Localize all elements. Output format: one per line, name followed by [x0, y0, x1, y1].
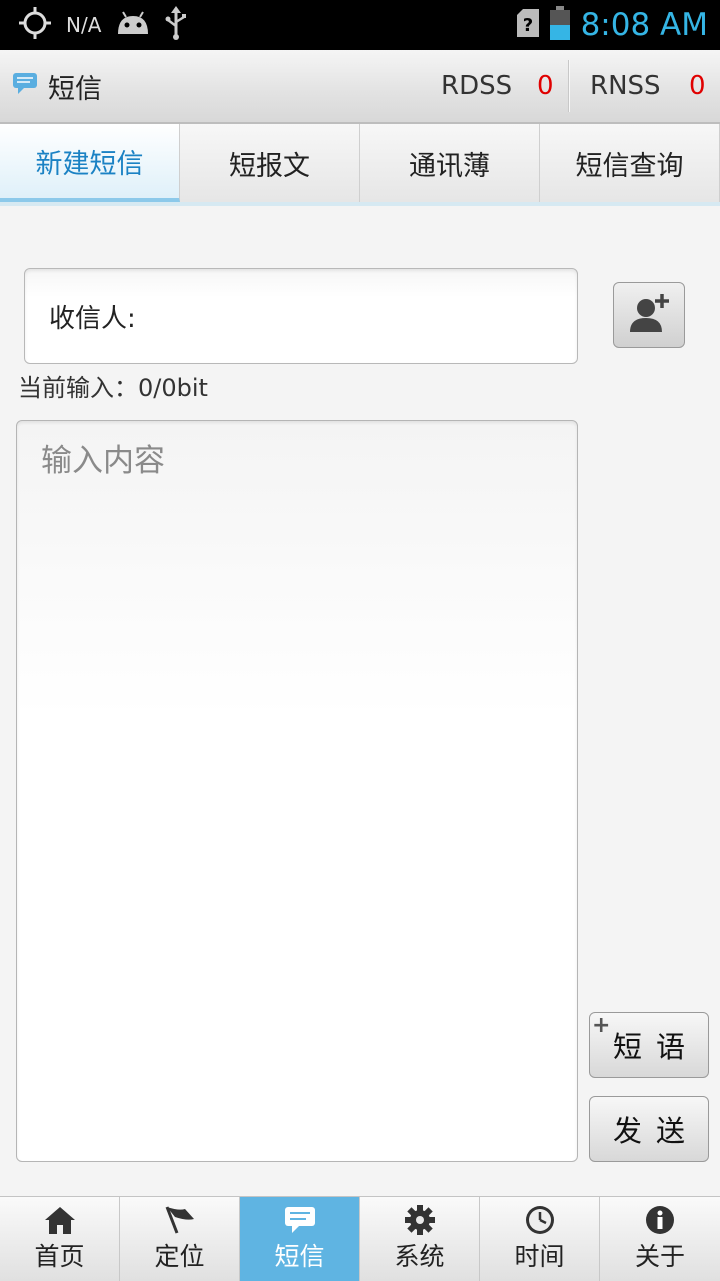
plus-icon: + [592, 1013, 611, 1038]
nav-home-label: 首页 [34, 1242, 85, 1271]
nav-time-label: 时间 [514, 1242, 565, 1271]
nav-messages[interactable]: 短信 [240, 1197, 360, 1281]
phrase-button[interactable]: + 短语 [589, 1012, 709, 1078]
rdss-label: RDSS [441, 71, 513, 101]
input-count: 当前输入：0/0bit [18, 374, 208, 402]
tab-new-message[interactable]: 新建短信 [0, 124, 180, 202]
nav-home[interactable]: 首页 [0, 1197, 120, 1281]
send-button[interactable]: 发送 [589, 1096, 709, 1162]
battery-icon [549, 6, 571, 44]
status-bar: N/A ? 8:08 AM [0, 0, 720, 50]
svg-text:?: ? [522, 15, 532, 36]
nav-location-label: 定位 [154, 1242, 205, 1271]
message-icon [284, 1205, 316, 1235]
home-icon [43, 1205, 77, 1235]
phrase-button-label: 短语 [612, 1030, 699, 1064]
usb-icon [165, 6, 187, 44]
header-divider [568, 60, 570, 112]
nav-system-label: 系统 [394, 1242, 445, 1271]
recipient-field[interactable]: 收信人: [24, 268, 578, 364]
send-button-label: 发送 [612, 1114, 699, 1148]
nav-messages-label: 短信 [274, 1242, 325, 1271]
compose-panel: 收信人: 当前输入：0/0bit 输入内容 + 短语 发送 [0, 206, 720, 1196]
carrier-text: N/A [66, 13, 102, 37]
nav-location[interactable]: 定位 [120, 1197, 240, 1281]
bottom-nav: 首页 定位 短信 系统 时间 关于 [0, 1196, 720, 1281]
tab-contacts[interactable]: 通讯薄 [360, 124, 540, 202]
clock-icon [525, 1205, 555, 1235]
nav-system[interactable]: 系统 [360, 1197, 480, 1281]
app-header: 短信 RDSS 0 RNSS 0 [0, 50, 720, 124]
gear-icon [404, 1205, 435, 1235]
rdss-counter: RDSS [441, 50, 512, 122]
nav-time[interactable]: 时间 [480, 1197, 600, 1281]
add-contact-button[interactable] [613, 282, 685, 348]
tab-message-query[interactable]: 短信查询 [540, 124, 720, 202]
add-person-icon [626, 292, 672, 338]
tab-bar: 新建短信 短报文 通讯薄 短信查询 [0, 124, 720, 206]
message-input[interactable]: 输入内容 [16, 420, 578, 1162]
tab-short-message[interactable]: 短报文 [180, 124, 360, 202]
flag-icon [163, 1205, 197, 1235]
rdss-value-wrap: 0 [537, 50, 554, 122]
nav-about-label: 关于 [634, 1242, 685, 1271]
rnss-value: 0 [689, 71, 706, 101]
rdss-value: 0 [537, 71, 554, 101]
sim-unknown-icon: ? [516, 9, 539, 41]
rnss-counter: RNSS [590, 50, 661, 122]
message-placeholder: 输入内容 [41, 443, 165, 479]
page-title: 短信 [48, 73, 102, 105]
rnss-value-wrap: 0 [689, 50, 706, 122]
clock-time: 8:08 AM [580, 7, 708, 43]
android-debug-icon [115, 10, 151, 40]
gps-icon [18, 6, 52, 44]
info-icon [645, 1205, 675, 1235]
nav-about[interactable]: 关于 [600, 1197, 720, 1281]
message-icon [12, 71, 38, 102]
rnss-label: RNSS [590, 71, 661, 101]
recipient-label: 收信人: [49, 303, 136, 334]
